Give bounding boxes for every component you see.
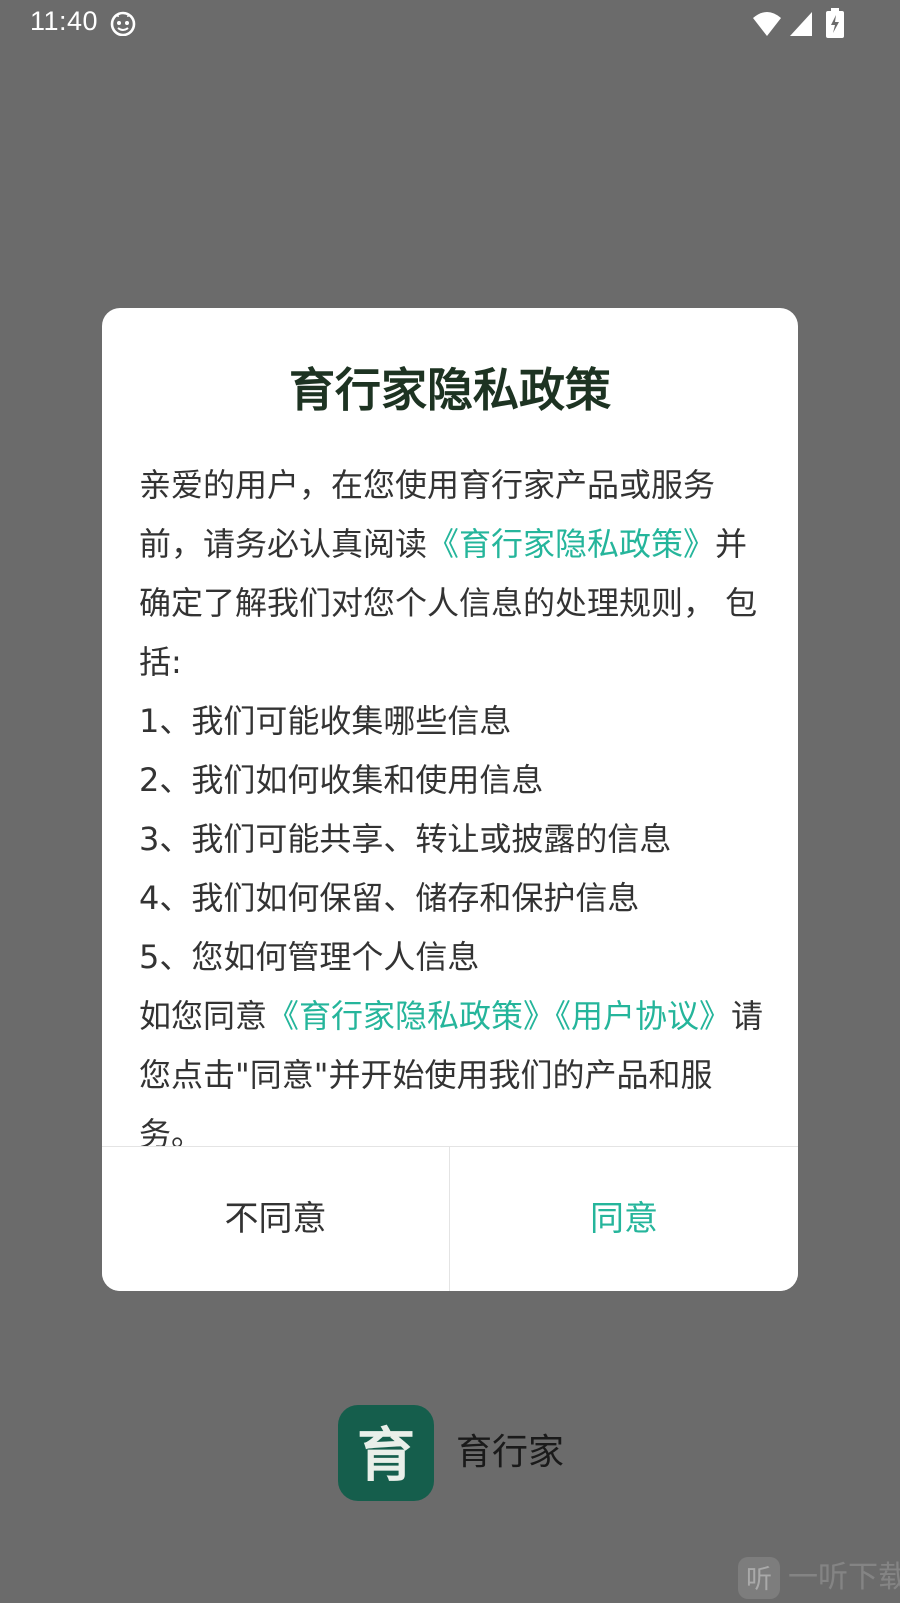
watermark-logo-icon: 听 (738, 1557, 780, 1599)
app-logo-icon: 育 (338, 1405, 434, 1501)
signal-icon (788, 10, 814, 38)
disagree-button[interactable]: 不同意 (102, 1147, 450, 1291)
app-name: 育行家 (456, 1432, 565, 1473)
status-time: 11:40 (30, 6, 99, 36)
status-bar: 11:40 (0, 0, 900, 48)
agree-button[interactable]: 同意 (450, 1147, 798, 1291)
user-agreement-link[interactable]: 《用户协议》 (555, 997, 731, 1035)
dialog-button-row: 不同意 同意 (102, 1146, 798, 1291)
consent-text: 如您同意 (139, 997, 268, 1035)
battery-charging-icon (826, 8, 844, 38)
consent-paragraph: 如您同意《育行家隐私政策》《用户协议》请您点击"同意"并开始使用我们的产品和服务… (139, 987, 764, 1164)
wifi-icon (752, 10, 782, 38)
list-item: 4、我们如何保留、储存和保护信息 (139, 879, 640, 917)
watermark-icon-char: 听 (746, 1565, 772, 1595)
privacy-dialog: 育行家隐私政策 亲爱的用户，在您使用育行家产品或服务前，请务必认真阅读《育行家隐… (102, 308, 798, 1291)
logo-char: 育 (357, 1421, 415, 1489)
list-item: 5、您如何管理个人信息 (139, 938, 480, 976)
watermark-text: 一听下载 (788, 1560, 900, 1595)
list-item: 2、我们如何收集和使用信息 (139, 761, 544, 799)
app-notification-icon (110, 10, 136, 37)
dialog-title: 育行家隐私政策 (289, 363, 611, 417)
intro-paragraph: 亲爱的用户，在您使用育行家产品或服务前，请务必认真阅读《育行家隐私政策》并确定了… (139, 456, 764, 692)
privacy-policy-link-2[interactable]: 《育行家隐私政策》 (267, 997, 555, 1035)
list-item: 1、我们可能收集哪些信息 (139, 702, 512, 740)
list-item: 3、我们可能共享、转让或披露的信息 (139, 820, 672, 858)
privacy-policy-link[interactable]: 《育行家隐私政策》 (427, 525, 715, 563)
